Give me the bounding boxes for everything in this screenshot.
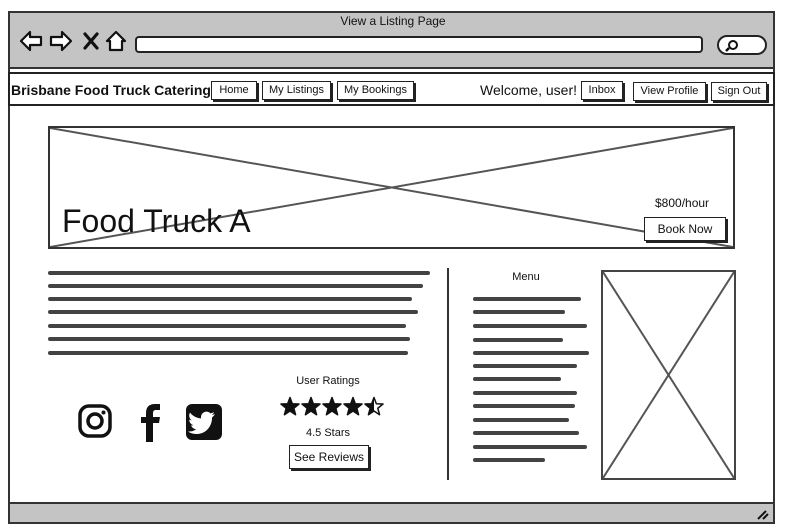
facebook-icon[interactable] [136, 403, 164, 443]
scribble-line [473, 364, 577, 368]
scribble-line [48, 324, 406, 328]
my-listings-button[interactable]: My Listings [262, 81, 331, 100]
scribble-line [473, 431, 579, 435]
scribble-line [473, 324, 587, 328]
star-rating [280, 396, 384, 416]
url-bar[interactable] [135, 36, 703, 53]
search-icon [725, 40, 738, 52]
resize-grip-icon[interactable] [755, 508, 769, 520]
browser-status-bar [8, 502, 775, 524]
scribble-line [48, 337, 410, 341]
browser-search-field[interactable] [717, 35, 767, 55]
scribble-line [48, 271, 430, 275]
book-now-button[interactable]: Book Now [644, 217, 726, 241]
scribble-line [473, 391, 577, 395]
star-full-icon [322, 396, 342, 416]
image-placeholder-icon [603, 272, 734, 478]
twitter-icon[interactable] [185, 403, 223, 441]
home-icon[interactable] [104, 28, 128, 54]
scribble-line [48, 310, 418, 314]
my-bookings-button[interactable]: My Bookings [337, 81, 414, 100]
scribble-line [473, 404, 575, 408]
close-icon[interactable] [82, 28, 100, 54]
scribble-line [473, 445, 587, 449]
forward-arrow-icon[interactable] [48, 28, 74, 54]
view-profile-button[interactable]: View Profile [633, 82, 706, 101]
scribble-line [473, 310, 565, 314]
scribble-line [473, 351, 589, 355]
scribble-line [473, 458, 545, 462]
star-half-icon [364, 396, 384, 416]
ratings-title: User Ratings [296, 375, 360, 387]
scribble-line [48, 284, 423, 288]
listing-title: Food Truck A [62, 203, 251, 239]
menu-image-placeholder [601, 270, 736, 480]
inbox-button[interactable]: Inbox [581, 81, 623, 100]
welcome-text: Welcome, user! [480, 82, 577, 98]
column-divider [447, 268, 449, 480]
rating-value-text: 4.5 Stars [305, 427, 351, 439]
scribble-line [473, 338, 563, 342]
menu-title: Menu [512, 271, 540, 283]
brand-title: Brisbane Food Truck Catering [11, 82, 211, 98]
see-reviews-button[interactable]: See Reviews [289, 445, 369, 469]
instagram-icon[interactable] [78, 403, 114, 441]
star-full-icon [280, 396, 300, 416]
window-title: View a Listing Page [340, 14, 446, 28]
scribble-line [473, 377, 561, 381]
scribble-line [473, 297, 581, 301]
scribble-line [473, 418, 569, 422]
star-full-icon [301, 396, 321, 416]
back-arrow-icon[interactable] [18, 28, 44, 54]
home-button[interactable]: Home [211, 81, 257, 100]
scribble-line [48, 351, 408, 355]
price-label: $800/hour [655, 196, 710, 210]
scribble-line [48, 297, 412, 301]
star-full-icon [343, 396, 363, 416]
sign-out-button[interactable]: Sign Out [711, 82, 767, 101]
